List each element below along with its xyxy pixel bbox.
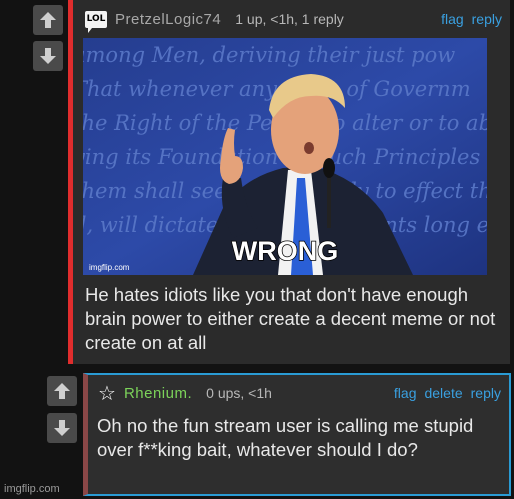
comment-body: He hates idiots like you that don't have… bbox=[85, 284, 496, 353]
site-watermark: imgflip.com bbox=[4, 483, 60, 495]
upvote-arrow-icon bbox=[40, 12, 56, 28]
flag-link[interactable]: flag bbox=[394, 385, 417, 401]
comment-body: Oh no the fun stream user is calling me … bbox=[97, 415, 474, 460]
meme-caption: WRONG bbox=[232, 236, 338, 266]
meme-bg-text: among Men, deriving their just pow bbox=[83, 43, 455, 67]
meme-watermark: imgflip.com bbox=[89, 263, 130, 272]
upvote-button[interactable] bbox=[33, 5, 63, 35]
comment-header: LOL PretzelLogic74 1 up, <1h, 1 reply fl… bbox=[73, 0, 510, 38]
lol-badge-icon: LOL bbox=[85, 10, 107, 33]
comment-header: ☆ Rhenium. 0 ups, <1h flag delete reply bbox=[88, 375, 509, 411]
comment-meta: 0 ups, <1h bbox=[206, 385, 272, 401]
star-icon: ☆ bbox=[98, 381, 116, 405]
downvote-button[interactable] bbox=[33, 41, 63, 71]
downvote-button[interactable] bbox=[47, 413, 77, 443]
delete-link[interactable]: delete bbox=[424, 385, 462, 401]
comment-actions: flag reply bbox=[441, 11, 502, 27]
username[interactable]: Rhenium. bbox=[124, 385, 192, 402]
comment-meta: 1 up, <1h, 1 reply bbox=[235, 11, 344, 27]
upvote-button[interactable] bbox=[47, 376, 77, 406]
downvote-arrow-icon bbox=[54, 420, 70, 436]
username[interactable]: PretzelLogic74 bbox=[115, 11, 221, 28]
reply-link[interactable]: reply bbox=[472, 11, 502, 27]
comment-2: ☆ Rhenium. 0 ups, <1h flag delete reply … bbox=[83, 373, 511, 496]
flag-link[interactable]: flag bbox=[441, 11, 464, 27]
reply-link[interactable]: reply bbox=[471, 385, 501, 401]
upvote-arrow-icon bbox=[54, 383, 70, 399]
meme-image[interactable]: among Men, deriving their just pow That … bbox=[83, 38, 487, 275]
comment-1: LOL PretzelLogic74 1 up, <1h, 1 reply fl… bbox=[68, 0, 510, 364]
downvote-arrow-icon bbox=[40, 48, 56, 64]
comment-actions: flag delete reply bbox=[394, 385, 501, 401]
